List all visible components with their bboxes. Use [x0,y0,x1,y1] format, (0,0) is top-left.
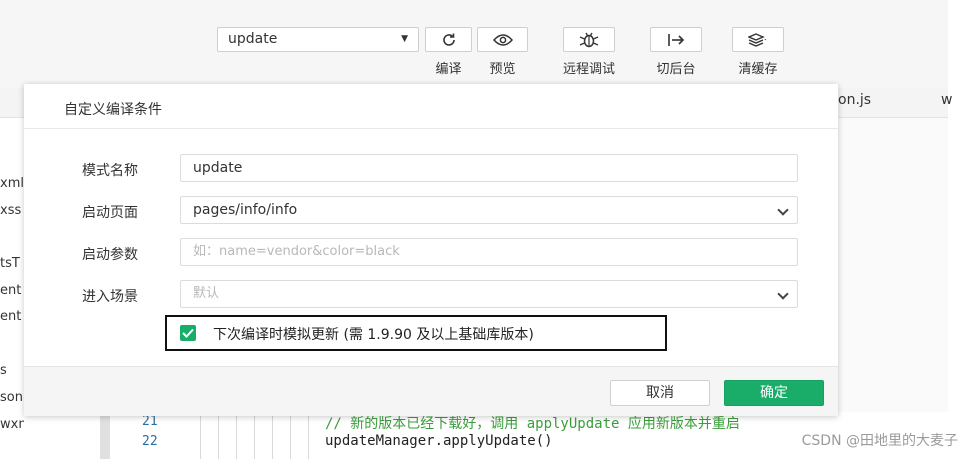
launch-params-input[interactable]: 如：name=vendor&color=black [180,238,798,266]
indent-guide [218,414,219,459]
highlight-frame: 下次编译时模拟更新 (需 1.9.90 及以上基础库版本) [165,315,667,351]
preview-label: 预览 [489,62,516,77]
bug-icon [579,32,599,47]
cancel-button[interactable]: 取消 [610,380,710,406]
file-item[interactable]: wxml [0,417,24,432]
indent-guide [236,414,237,459]
scene-select[interactable]: 默认 [180,280,798,308]
file-item[interactable]: ent [0,309,21,324]
launch-page-label: 启动页面 [82,205,138,221]
switch-background-icon [668,33,685,46]
switch-background-label: 切后台 [656,62,696,77]
confirm-button[interactable]: 确定 [724,380,824,406]
dialog-footer: 取消 确定 [24,366,838,416]
launch-page-select[interactable]: pages/info/info [180,196,798,224]
switch-background-tool[interactable]: 切后台 [650,27,702,77]
remote-debug-button[interactable] [563,27,615,52]
indent-guide [308,414,309,459]
file-item[interactable]: son [0,390,23,405]
custom-compile-dialog: 自定义编译条件 模式名称 update 启动页面 pages/info/info… [24,84,838,416]
dialog-header: 自定义编译条件 [24,84,838,129]
toolbar: update ▼ 编译 预览 远程调试 切后台 清缓存 [0,0,948,88]
code-line: updateManager.applyUpdate() [325,433,553,449]
launch-params-label: 启动参数 [82,247,138,263]
scene-placeholder: 默认 [193,286,220,301]
file-item[interactable]: ent [0,283,21,298]
line-number: 22 [142,434,158,449]
compile-mode-value: update [228,31,278,47]
compile-button[interactable] [425,27,472,52]
compile-label: 编译 [435,62,462,77]
launch-page-value: pages/info/info [193,202,298,218]
file-item[interactable]: xss [0,203,21,218]
file-tree: xml xss tsT ent ent s son wxml [0,118,24,459]
launch-params-placeholder: 如：name=vendor&color=black [193,244,400,259]
file-item[interactable]: s [0,363,7,378]
indent-guide [290,414,291,459]
indent-guide [200,414,201,459]
scene-label: 进入场景 [82,289,138,305]
compile-tool[interactable]: 编译 [425,27,472,77]
gutter-marker [100,416,110,459]
mode-name-label: 模式名称 [82,163,138,179]
watermark: CSDN @田地里的大麦子 [801,433,958,449]
chevron-down-icon [777,204,789,216]
code-line-comment: // 新的版本已经下载好，调用 applyUpdate 应用新版本并重启 [325,416,740,432]
chevron-down-icon: ▼ [401,34,408,44]
chevron-down-icon [777,288,789,300]
preview-tool[interactable]: 预览 [477,27,528,77]
remote-debug-label: 远程调试 [562,62,616,77]
clear-cache-button[interactable] [732,27,784,52]
switch-background-button[interactable] [650,27,702,52]
editor-tab-partial[interactable]: w [941,92,952,108]
file-item[interactable]: xml [0,176,24,191]
editor-right-area [838,118,948,418]
clear-cache-tool[interactable]: 清缓存 [732,27,784,77]
indent-guide [254,414,255,459]
editor-tab-js[interactable]: on.js [838,92,871,108]
line-number: 21 [142,414,158,429]
eye-icon [492,33,513,46]
mode-name-input[interactable]: update [180,154,798,182]
file-item[interactable]: tsT [0,256,20,271]
clear-cache-label: 清缓存 [738,62,778,77]
refresh-icon [442,33,455,46]
compile-mode-select[interactable]: update ▼ [217,27,419,52]
indent-guide [272,414,273,459]
dialog-title: 自定义编译条件 [64,102,162,118]
preview-button[interactable] [477,27,528,52]
mode-name-value: update [193,160,243,176]
checkmark-icon [182,328,194,338]
layers-icon [748,32,767,47]
simulate-update-checkbox[interactable] [180,325,196,341]
remote-debug-tool[interactable]: 远程调试 [563,27,615,77]
simulate-update-label[interactable]: 下次编译时模拟更新 (需 1.9.90 及以上基础库版本) [213,324,534,344]
